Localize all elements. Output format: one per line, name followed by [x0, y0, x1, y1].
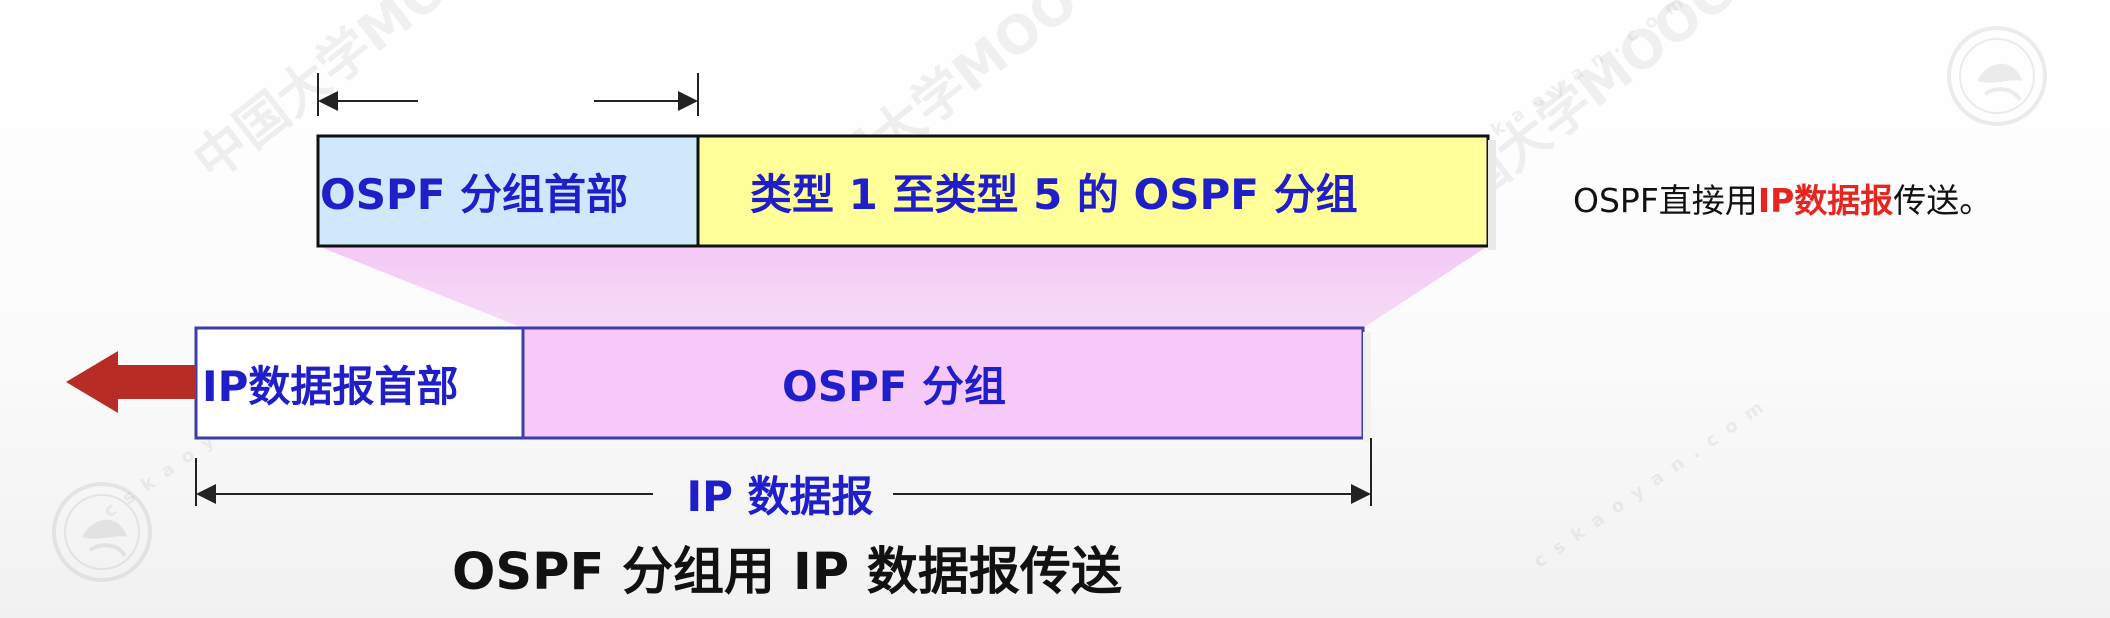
transmission-note-prefix: OSPF直接用	[1573, 181, 1758, 220]
transmission-note-emphasis: IP数据报	[1757, 181, 1894, 220]
datagram-span-label: IP 数据报	[686, 471, 874, 521]
ospf-ip-encapsulation-slide: 中国大学MOOC 中国大学MOOC 中国大学MOOC cskaoyan.com …	[0, 0, 2110, 618]
ip-payload-shadow	[1363, 332, 1371, 442]
transmission-note: OSPF直接用IP数据报传送。	[1573, 174, 2093, 224]
ospf-payload-shadow	[1488, 140, 1496, 250]
ip-header-label: IP数据报首部	[202, 361, 459, 411]
ospf-header-label: OSPF 分组首部	[320, 169, 629, 219]
ospf-payload-label: 类型 1 至类型 5 的 OSPF 分组	[750, 169, 1358, 219]
diagram-lines	[52, 26, 2047, 582]
ip-payload-label: OSPF 分组	[782, 361, 1007, 411]
watermark-logo-icon	[1947, 26, 2047, 126]
transmit-left-arrow-icon	[66, 351, 196, 413]
transmission-note-suffix: 传送。	[1893, 181, 1993, 220]
watermark-logo-icon	[52, 482, 152, 582]
encapsulation-funnel	[318, 246, 1488, 328]
diagram-caption: OSPF 分组用 IP 数据报传送	[452, 543, 1122, 602]
